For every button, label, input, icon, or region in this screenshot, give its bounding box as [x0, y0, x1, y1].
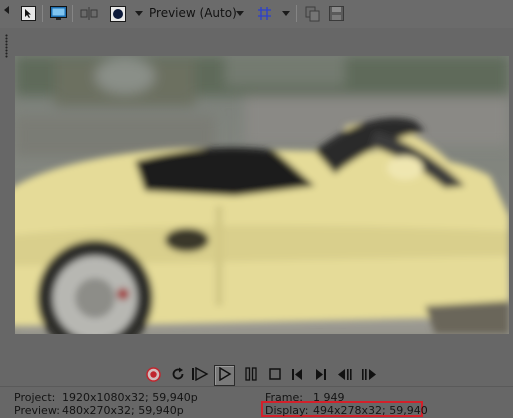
toolbar-separator — [72, 5, 73, 22]
video-preview — [15, 56, 509, 334]
record-button[interactable] — [143, 365, 164, 386]
panel-grip-handle[interactable] — [5, 34, 8, 58]
collapse-arrow-icon[interactable] — [4, 6, 9, 14]
next-frame-icon — [361, 368, 377, 384]
transport-controls — [0, 364, 513, 388]
go-to-end-icon — [314, 368, 327, 384]
display-info: Display: 494x278x32; 59,940 — [265, 404, 428, 417]
properties-button[interactable] — [19, 4, 38, 23]
previous-frame-icon — [337, 368, 353, 384]
copy-snapshot-button[interactable] — [303, 4, 322, 23]
video-frame-image — [15, 56, 509, 334]
grid-dropdown-icon[interactable] — [282, 11, 290, 16]
project-label: Project: — [14, 391, 56, 404]
record-icon — [146, 366, 161, 385]
next-frame-button[interactable] — [358, 365, 379, 386]
info-divider — [0, 386, 513, 387]
toolbar-separator — [296, 5, 297, 22]
external-monitor-button[interactable] — [49, 4, 68, 23]
project-info: Project: 1920x1080x32; 59,940p — [14, 391, 198, 404]
split-screen-icon — [80, 7, 98, 20]
preview-value: 480x270x32; 59,940p — [62, 404, 184, 417]
preview-toolbar: Preview (Auto) — [0, 0, 513, 28]
grid-icon — [257, 6, 272, 21]
pause-button[interactable] — [240, 365, 261, 386]
loop-icon — [171, 367, 185, 384]
pause-icon — [244, 367, 258, 384]
loop-button[interactable] — [167, 365, 188, 386]
go-to-start-button[interactable] — [287, 365, 308, 386]
play-button[interactable] — [214, 365, 235, 386]
preview-quality-select[interactable]: Preview (Auto) — [149, 6, 237, 20]
stop-icon — [268, 368, 281, 383]
toolbar-separator — [42, 5, 43, 22]
preview-info: Preview: 480x270x32; 59,940p — [14, 404, 184, 417]
stop-button[interactable] — [264, 365, 285, 386]
split-screen-button[interactable] — [79, 4, 98, 23]
preview-label: Preview: — [14, 404, 60, 417]
play-from-start-button[interactable] — [189, 365, 210, 386]
monitor-icon — [50, 6, 67, 21]
grid-button[interactable] — [255, 4, 274, 23]
go-to-start-icon — [291, 368, 304, 384]
overlay-dropdown-icon[interactable] — [135, 11, 143, 16]
display-label: Display: — [265, 404, 309, 417]
save-snapshot-button[interactable] — [327, 4, 346, 23]
previous-frame-button[interactable] — [334, 365, 355, 386]
project-value: 1920x1080x32; 59,940p — [62, 391, 198, 404]
properties-icon — [21, 6, 36, 21]
play-icon — [218, 366, 232, 384]
copy-snapshot-icon — [305, 6, 321, 22]
display-value: 494x278x32; 59,940 — [313, 404, 428, 417]
overlay-button[interactable] — [108, 4, 127, 23]
overlay-icon — [109, 5, 126, 22]
preview-quality-dropdown-icon[interactable] — [236, 11, 244, 16]
go-to-end-button[interactable] — [310, 365, 331, 386]
save-snapshot-icon — [329, 6, 344, 21]
play-from-start-icon — [191, 366, 209, 384]
